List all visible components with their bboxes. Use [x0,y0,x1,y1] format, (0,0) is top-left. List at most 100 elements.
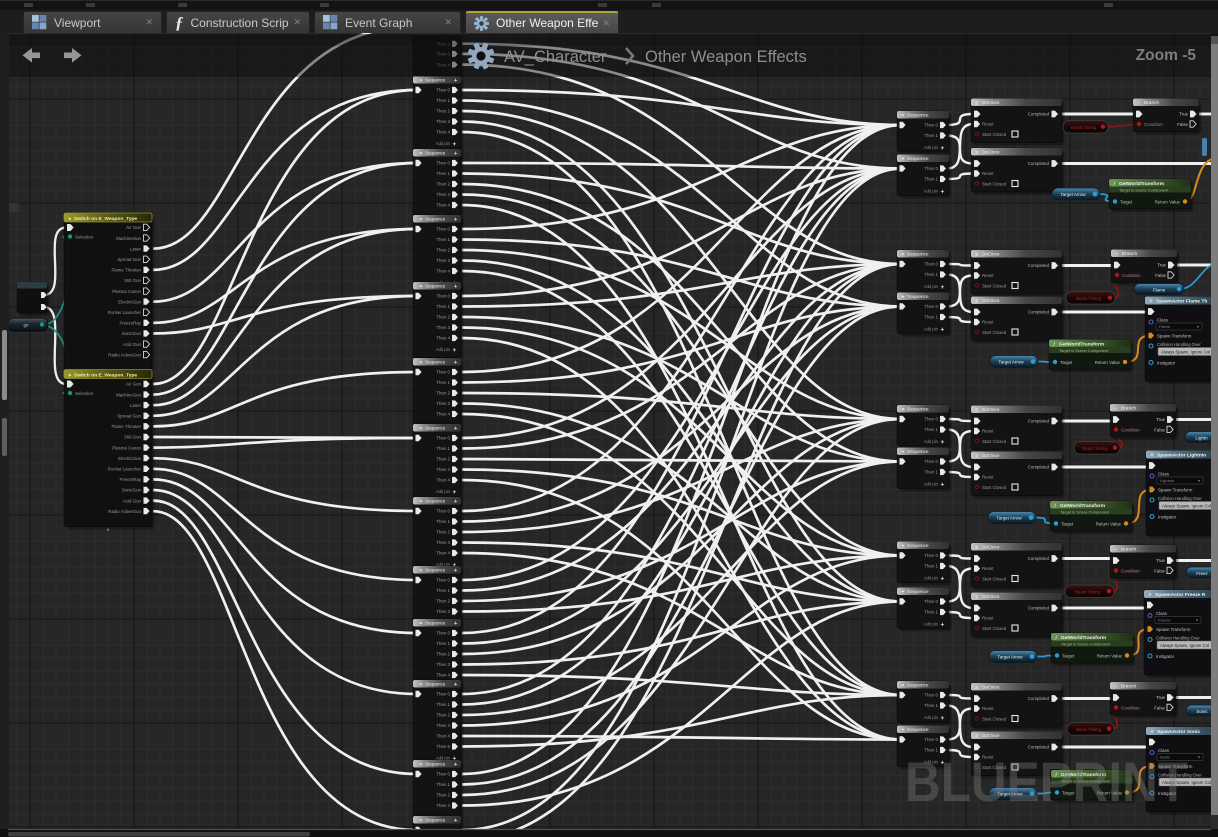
svg-text:Then 0: Then 0 [924,417,938,422]
svg-text:➠: ➠ [419,621,423,626]
svg-text:Then 0: Then 0 [924,599,938,604]
svg-text:ƒ: ƒ [1113,181,1116,187]
svg-text:Start Closed: Start Closed [982,439,1007,444]
svg-text:➠: ➠ [901,156,905,161]
svg-text:➠: ➠ [901,449,905,454]
svg-text:+: + [941,715,945,722]
svg-text:Reset: Reset [982,706,994,711]
svg-text:Rocket Launcher: Rocket Launcher [108,310,142,315]
svg-text:Beam Timing: Beam Timing [1075,589,1101,594]
svg-text:Instigator: Instigator [1156,654,1175,659]
svg-text:Beam Timing: Beam Timing [1076,727,1102,732]
svg-text:Sequence: Sequence [907,727,929,733]
svg-text:360 Gun: 360 Gun [124,278,141,283]
svg-text:DoOnce: DoOnce [982,594,1000,600]
svg-text:Sequence: Sequence [425,568,446,573]
svg-text:Start Closed: Start Closed [982,283,1007,288]
svg-text:Then 1: Then 1 [924,133,938,138]
svg-text:SonicGun: SonicGun [122,331,142,336]
svg-text:⧖: ⧖ [975,545,979,551]
svg-text:Then 4: Then 4 [436,734,450,739]
svg-text:Then 0: Then 0 [924,262,938,267]
svg-text:Zoom -5: Zoom -5 [1136,47,1197,64]
svg-text:▾: ▾ [1196,618,1198,623]
svg-text:Beam Timing: Beam Timing [1082,446,1108,451]
svg-text:+: + [453,141,457,148]
svg-text:➠: ➠ [419,217,423,222]
svg-text:⧖: ⧖ [975,298,979,304]
svg-text:⑂: ⑂ [1114,406,1117,412]
svg-text:➠: ➠ [901,407,905,412]
svg-text:Then 0: Then 0 [436,161,450,166]
svg-text:Then 1: Then 1 [436,237,450,242]
svg-text:Switch on E_Weapon_Type: Switch on E_Weapon_Type [74,372,137,378]
svg-text:Sequence: Sequence [425,78,446,83]
svg-text:Sequence: Sequence [425,217,446,222]
svg-text:Branch: Branch [1121,547,1137,553]
svg-text:+: + [941,481,945,488]
svg-text:+: + [941,575,945,582]
svg-text:Rocket Launcher: Rocket Launcher [108,467,142,472]
svg-text:Start Closed: Start Closed [982,330,1007,335]
svg-text:Add pin: Add pin [924,145,939,150]
svg-text:Target Arrow: Target Arrow [997,655,1023,660]
svg-text:Start Closed: Start Closed [982,485,1007,490]
svg-text:+: + [941,621,945,628]
svg-text:Reset: Reset [982,171,994,176]
svg-text:SpawnActor Freeze R: SpawnActor Freeze R [1155,592,1206,598]
svg-text:Then 0: Then 0 [924,304,938,309]
svg-text:Then 1: Then 1 [436,380,450,385]
svg-text:Then 3: Then 3 [436,467,450,472]
svg-text:Then 3: Then 3 [436,662,450,667]
svg-text:➠: ➠ [901,543,905,548]
svg-text:Class: Class [1157,318,1169,323]
svg-text:➠: ➠ [419,818,423,823]
svg-text:Sequence: Sequence [907,683,929,689]
svg-text:Branch: Branch [1144,100,1160,106]
svg-text:➠: ➠ [419,499,423,504]
svg-text:Reset: Reset [982,616,994,621]
svg-text:Start Closed: Start Closed [982,181,1007,186]
svg-text:Flame: Flame [1153,287,1166,292]
svg-text:⧖: ⧖ [975,733,979,739]
svg-text:Add pin: Add pin [924,576,939,581]
svg-text:ƒ: ƒ [1055,635,1058,641]
svg-text:Laser: Laser [130,403,142,408]
svg-text:Reset: Reset [982,566,994,571]
svg-text:Beam Timing: Beam Timing [1076,296,1102,301]
svg-text:Sequence: Sequence [907,294,929,300]
svg-text:Sequence: Sequence [425,151,446,156]
svg-text:Completed: Completed [1028,112,1050,117]
svg-text:Completed: Completed [1028,556,1050,561]
svg-text:DoOnce: DoOnce [982,150,1000,156]
svg-text:Class: Class [1158,472,1170,477]
svg-text:Then 3: Then 3 [436,609,450,614]
svg-text:DoOnce: DoOnce [982,685,1000,691]
svg-text:Target: Target [1062,653,1075,658]
svg-text:⧖: ⧖ [975,150,979,156]
svg-text:Sequence: Sequence [907,543,929,549]
svg-text:Collision Handling Over: Collision Handling Over [1158,496,1202,501]
svg-text:Then 1: Then 1 [436,782,450,787]
svg-text:Flame Thrower: Flame Thrower [112,268,142,273]
svg-text:Target Arrow: Target Arrow [998,360,1024,365]
svg-text:Add pin: Add pin [436,141,451,146]
svg-text:Completed: Completed [1028,161,1050,166]
svg-text:Then 1: Then 1 [436,641,450,646]
svg-text:Spread Gun: Spread Gun [117,414,141,419]
svg-text:Add pin: Add pin [924,189,939,194]
svg-text:GetWorldTransform: GetWorldTransform [1059,341,1104,347]
svg-text:Return Value: Return Value [1155,199,1181,204]
svg-text:Then 4: Then 4 [436,269,450,274]
svg-text:⑂: ⑂ [1115,251,1118,257]
svg-text:▾: ▾ [1198,478,1200,483]
svg-text:GetWorldTransform: GetWorldTransform [1061,635,1106,641]
svg-text:Add pin: Add pin [924,439,939,444]
svg-text:Condition: Condition [1121,427,1140,432]
svg-text:True: True [1157,263,1166,268]
svg-text:➠: ➠ [419,762,423,767]
svg-text:Condition: Condition [1121,568,1140,573]
svg-text:Then 0: Then 0 [436,631,450,636]
svg-text:MachineGun: MachineGun [116,392,141,397]
svg-text:+: + [941,326,945,333]
